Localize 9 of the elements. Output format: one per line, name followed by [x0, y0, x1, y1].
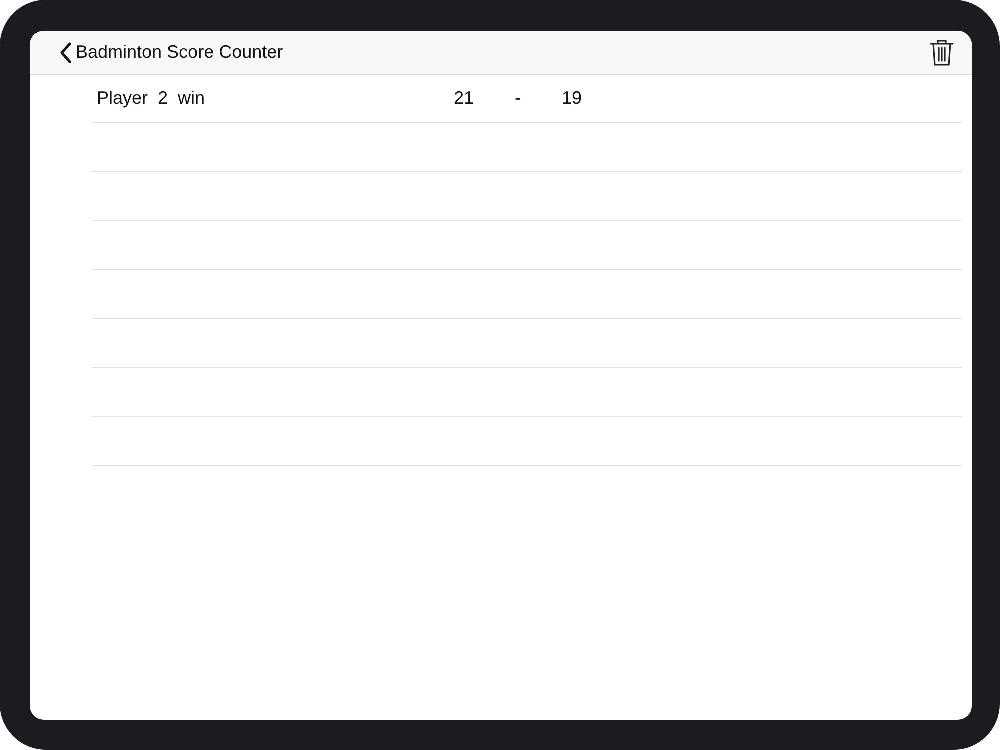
score-text: 21	[452, 88, 476, 109]
back-button[interactable]: Badminton Score Counter	[60, 42, 284, 64]
delete-button[interactable]	[930, 38, 954, 66]
score-separator: -	[514, 88, 522, 109]
result-row[interactable]: Player 2 win 21 - 19	[92, 75, 962, 123]
score-text: 19	[560, 88, 584, 109]
result-text: Player 2 win	[97, 88, 206, 109]
trash-icon	[930, 38, 954, 66]
chevron-left-icon	[60, 42, 72, 64]
